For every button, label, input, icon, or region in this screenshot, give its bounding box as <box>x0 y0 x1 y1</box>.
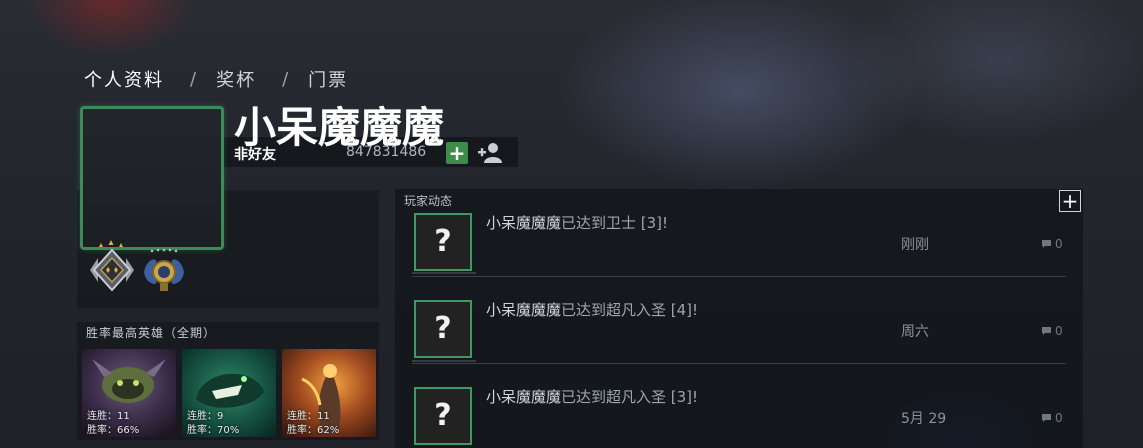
top-heroes-title: 胜率最高英雄（全期） <box>86 326 217 340</box>
rank-medal-icon[interactable] <box>140 248 188 292</box>
add-friend-icon[interactable] <box>476 142 506 164</box>
icon-underline <box>412 360 476 362</box>
hero-winrate: 胜率：62% <box>287 425 340 436</box>
comment-icon <box>1042 327 1051 335</box>
tab-trophies[interactable]: 奖杯 <box>216 66 256 92</box>
hero-winrate: 胜率：70% <box>187 425 240 436</box>
feed-item-text: 小呆魔魔魔已达到超凡入圣 [3]! <box>486 386 698 407</box>
feed-item-time: 刚刚 <box>901 237 929 253</box>
add-button[interactable]: + <box>446 142 468 164</box>
feed-item-comments[interactable]: 0 <box>1042 237 1063 251</box>
feed-item-text: 小呆魔魔魔已达到超凡入圣 [4]! <box>486 299 698 320</box>
feed-item-event: 已达到超凡入圣 [3]! <box>561 388 699 406</box>
tab-tickets[interactable]: 门票 <box>308 66 348 92</box>
unknown-achievement-icon[interactable]: ? <box>414 213 472 271</box>
activity-feed-title: 玩家动态 <box>404 194 453 208</box>
feed-item-event: 已达到超凡入圣 [4]! <box>561 301 699 319</box>
feed-item-player[interactable]: 小呆魔魔魔 <box>486 301 561 319</box>
rank-medal-icon[interactable] <box>88 240 136 292</box>
tab-profile[interactable]: 个人资料 <box>84 66 164 92</box>
feed-item-text: 小呆魔魔魔已达到卫士 [3]! <box>486 212 668 233</box>
hero-streak: 连胜：11 <box>287 411 330 422</box>
feed-divider <box>412 363 1066 364</box>
unknown-achievement-icon[interactable]: ? <box>414 300 472 358</box>
friend-status: 非好友 <box>234 147 276 163</box>
hero-streak: 连胜：11 <box>87 411 130 422</box>
feed-item-comments[interactable]: 0 <box>1042 324 1063 338</box>
nav-separator: / <box>282 68 291 90</box>
friend-id: 847831486 <box>346 144 427 160</box>
comment-count: 0 <box>1055 237 1063 251</box>
hero-card[interactable]: 连胜：11 胜率：62% <box>282 349 376 437</box>
comment-icon <box>1042 414 1051 422</box>
feed-item-comments[interactable]: 0 <box>1042 411 1063 425</box>
feed-item-player[interactable]: 小呆魔魔魔 <box>486 388 561 406</box>
feed-item-time: 周六 <box>901 324 929 340</box>
nav-separator: / <box>190 68 199 90</box>
profile-nav: 个人资料 / 奖杯 / 门票 <box>84 66 348 92</box>
hero-streak: 连胜：9 <box>187 411 224 422</box>
avatar[interactable] <box>80 106 224 250</box>
icon-underline <box>412 272 476 274</box>
hero-card[interactable]: 连胜：9 胜率：70% <box>182 349 276 437</box>
comment-icon <box>1042 240 1051 248</box>
feed-item-player[interactable]: 小呆魔魔魔 <box>486 214 561 232</box>
unknown-achievement-icon[interactable]: ? <box>414 387 472 445</box>
feed-item-time: 5月 29 <box>901 411 947 427</box>
comment-count: 0 <box>1055 411 1063 425</box>
feed-divider <box>412 276 1066 277</box>
comment-count: 0 <box>1055 324 1063 338</box>
feed-item-event: 已达到卫士 [3]! <box>561 214 669 232</box>
feed-add-button[interactable]: + <box>1059 190 1081 212</box>
hero-winrate: 胜率：66% <box>87 425 140 436</box>
hero-card[interactable]: 连胜：11 胜率：66% <box>82 349 176 437</box>
